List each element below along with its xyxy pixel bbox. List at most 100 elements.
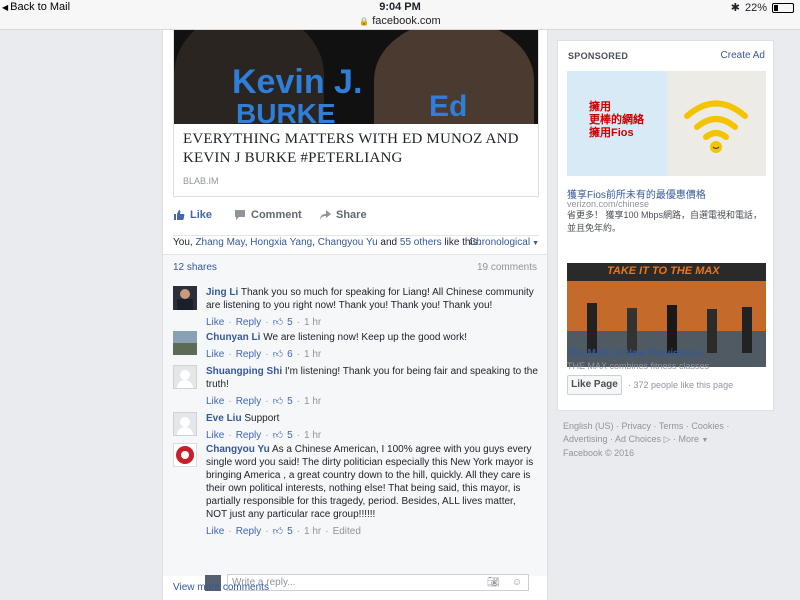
thumbs-up-icon: 👍︎	[272, 349, 284, 360]
likers-others-link[interactable]: 55 others	[400, 237, 442, 248]
thumbs-up-icon: 👍︎	[272, 317, 284, 328]
avatar[interactable]	[173, 331, 197, 355]
comment-author[interactable]: Chunyan Li	[206, 332, 260, 343]
ad2-subtitle: THE MAX combines fitness classes	[567, 361, 710, 371]
emoji-icon[interactable]: ☺	[512, 577, 522, 588]
thumbs-up-icon: 👍︎	[272, 430, 284, 441]
comment-like-count[interactable]: 5	[287, 525, 293, 538]
adchoices-icon: ▷	[663, 434, 671, 444]
comment-text: Thank you so much for speaking for Liang…	[206, 287, 534, 311]
comment-count: 19 comments	[476, 262, 537, 273]
comment-like-count[interactable]: 5	[287, 395, 293, 408]
footer-line-1[interactable]: English (US) · Privacy · Terms · Cookies…	[563, 420, 773, 433]
comment-button[interactable]: Comment	[234, 209, 302, 221]
attachment-title[interactable]: EVERYTHING MATTERS WITH ED MUNOZ AND KEV…	[183, 130, 528, 168]
comment-label: Comment	[251, 209, 302, 221]
share-arrow-icon	[320, 210, 331, 220]
ad-image-text-3: 擁用Fios	[589, 127, 634, 139]
likers-prefix: You,	[173, 237, 193, 248]
comment-like-count[interactable]: 5	[287, 429, 293, 442]
comment-time[interactable]: 1 hr	[304, 316, 321, 329]
link-attachment[interactable]: Kevin J. BURKE Ed EVERYTHING MATTERS WIT…	[173, 30, 539, 197]
liker-link-2[interactable]: Hongxia Yang	[250, 237, 312, 248]
comment-like-link[interactable]: Like	[206, 316, 224, 329]
shares-bar: 12 shares 19 comments	[163, 254, 547, 276]
comment-reply-link[interactable]: Reply	[236, 395, 262, 408]
shares-link[interactable]: 12 shares	[173, 262, 217, 273]
copyright: Facebook © 2016	[563, 448, 635, 458]
like-page-label: Like Page	[571, 379, 618, 390]
comment-reply-link[interactable]: Reply	[236, 429, 262, 442]
reply-input[interactable]: Write a reply... 📷︎ ☺	[227, 574, 529, 591]
sort-dropdown[interactable]: Chronological ▼	[469, 237, 539, 248]
comment-author[interactable]: Jing Li	[206, 287, 238, 298]
ad-domain[interactable]: verizon.com/chinese	[567, 199, 649, 209]
ad-description: 省更多！ 獲享100 Mbps網路，自選電視和電話，並且免年約。	[567, 210, 763, 233]
liker-link-3[interactable]: Changyou Yu	[318, 237, 378, 248]
sort-label: Chronological	[468, 237, 531, 248]
comment-time[interactable]: 1 hr	[304, 429, 321, 442]
ad2-banner-text: TAKE IT TO THE MAX	[607, 265, 720, 277]
comment-like-link[interactable]: Like	[206, 348, 224, 361]
post-actions: Like Comment Share	[173, 206, 539, 228]
footer-line-2a[interactable]: Advertising · Ad Choices	[563, 434, 661, 444]
ad2-title[interactable]: The MAX of New Providence	[567, 348, 702, 359]
comment-author[interactable]: Changyou Yu	[206, 444, 270, 455]
comments-section: Jing Li Thank you so much for speaking f…	[163, 276, 547, 591]
thumbs-up-icon: 👍︎	[272, 396, 284, 407]
share-label: Share	[336, 209, 367, 221]
image-caption-2: BURKE	[236, 98, 336, 124]
image-caption-3: Ed	[429, 90, 468, 123]
wifi-smile-icon	[684, 100, 748, 153]
view-more-comments-link[interactable]: View more comments	[173, 582, 269, 593]
comment-like-link[interactable]: Like	[206, 525, 224, 538]
create-ad-link[interactable]: Create Ad	[721, 50, 765, 61]
comment-reply-link[interactable]: Reply	[236, 316, 262, 329]
thumbs-up-icon: 👍︎	[272, 526, 284, 537]
lock-icon: 🔒	[359, 17, 370, 26]
avatar[interactable]	[173, 443, 197, 467]
comment-author[interactable]: Shuangping Shi	[206, 366, 282, 377]
post-card: Kevin J. BURKE Ed EVERYTHING MATTERS WIT…	[162, 30, 548, 600]
comment-like-link[interactable]: Like	[206, 429, 224, 442]
url-text: facebook.com	[372, 15, 441, 27]
page-like-count-text: 372 people like this page	[633, 380, 734, 390]
comment-reply-link[interactable]: Reply	[236, 348, 262, 361]
like-page-button[interactable]: Like Page	[567, 375, 622, 395]
likers-and: and	[380, 237, 398, 248]
liker-link-1[interactable]: Zhang May	[195, 237, 244, 248]
comment-edited-label[interactable]: Edited	[333, 525, 361, 538]
comment-text: We are listening now! Keep up the good w…	[263, 332, 468, 343]
comment-time[interactable]: 1 hr	[304, 525, 321, 538]
comment-reply-link[interactable]: Reply	[236, 525, 262, 538]
likers-summary: You, Zhang May, Hongxia Yang, Changyou Y…	[173, 235, 539, 253]
like-label: Like	[190, 209, 213, 221]
avatar[interactable]	[173, 286, 197, 310]
like-button[interactable]: Like	[173, 209, 212, 221]
ad-image-verizon[interactable]: 擁用 更棒的網絡 擁用Fios	[567, 71, 766, 176]
comment-text: As a Chinese American, I 100% agree with…	[206, 444, 534, 520]
comment-like-link[interactable]: Like	[206, 395, 224, 408]
battery-icon	[772, 2, 794, 13]
comment-time[interactable]: 1 hr	[304, 395, 321, 408]
comment-author[interactable]: Eve Liu	[206, 413, 242, 424]
comment-time[interactable]: 1 hr	[304, 348, 321, 361]
attachment-source: BLAB.IM	[183, 176, 219, 186]
ad-image-text-1: 擁用	[589, 101, 611, 113]
caret-down-icon: ▼	[701, 437, 709, 444]
comment-text: Support	[244, 413, 280, 424]
url-bar[interactable]: 🔒 facebook.com	[0, 15, 800, 27]
thumbs-up-icon	[174, 210, 185, 220]
footer-more-link[interactable]: · More	[673, 434, 699, 444]
camera-icon[interactable]: 📷︎	[487, 577, 500, 588]
battery-percent: 22%	[744, 1, 767, 14]
avatar[interactable]	[173, 365, 197, 389]
caret-down-icon: ▼	[532, 240, 539, 247]
share-button[interactable]: Share	[319, 209, 367, 221]
sponsored-panel: SPONSORED Create Ad 擁用 更棒的網絡 擁用Fios 獲享Fi…	[557, 40, 774, 411]
avatar[interactable]	[173, 412, 197, 436]
footer-links: English (US) · Privacy · Terms · Cookies…	[563, 420, 773, 460]
comment-like-count[interactable]: 5	[287, 316, 293, 329]
comment-like-count[interactable]: 6	[287, 348, 293, 361]
status-indicators: ✱ 22%	[731, 1, 794, 14]
